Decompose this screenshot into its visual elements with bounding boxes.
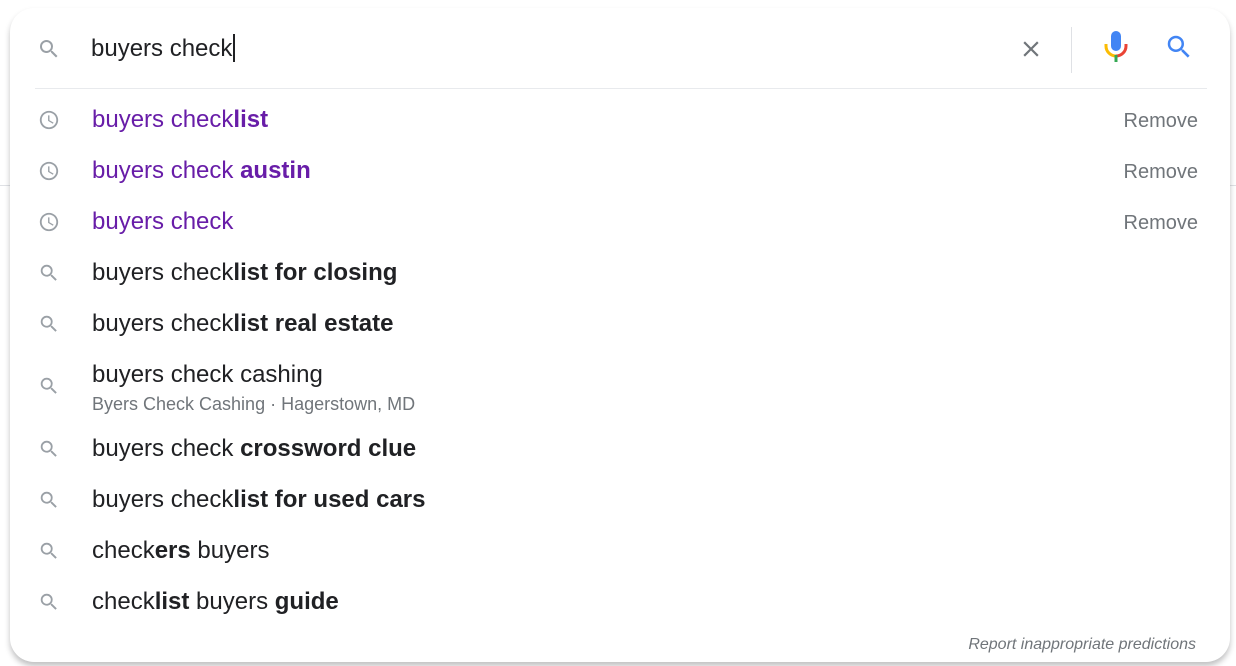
suggestion-text: buyers check cashing xyxy=(92,359,323,391)
text-caret xyxy=(233,34,235,62)
suggestion-bold-part: crossword clue xyxy=(240,435,417,462)
history-icon xyxy=(38,211,60,233)
suggestion-item[interactable]: checklist buyers guide xyxy=(11,577,1231,628)
suggestions-list: buyers checklist Remove buyers check austi… xyxy=(11,95,1231,628)
suggestion-part: check xyxy=(92,588,155,615)
suggestion-bold-part: ers xyxy=(154,537,191,564)
suggestion-item[interactable]: buyers check austin Remove xyxy=(11,146,1231,197)
microphone-icon xyxy=(1103,29,1129,70)
suggestion-part: buyers check cashing xyxy=(92,361,323,388)
close-icon xyxy=(1018,36,1044,67)
search-button[interactable] xyxy=(1159,29,1199,69)
remove-button[interactable]: Remove xyxy=(1124,210,1198,236)
clear-button[interactable] xyxy=(1011,31,1051,71)
suggestion-text: buyers check austin xyxy=(92,155,311,187)
suggestion-text: checklist buyers guide xyxy=(92,586,339,618)
suggestion-item[interactable]: checkers buyers xyxy=(11,526,1231,577)
suggestion-text: buyers checklist for used cars xyxy=(92,484,425,516)
search-icon xyxy=(1164,32,1194,67)
suggestion-text: buyers checklist real estate xyxy=(92,308,394,340)
suggestion-bold-part: list for closing xyxy=(233,259,398,286)
suggestion-item[interactable]: buyers checklist Remove xyxy=(11,95,1231,146)
voice-search-button[interactable] xyxy=(1096,29,1136,69)
search-icon xyxy=(38,540,60,562)
search-icon xyxy=(37,37,61,61)
suggestion-text: buyers checklist xyxy=(92,104,268,136)
suggestion-part: buyers xyxy=(190,537,270,564)
report-predictions-link[interactable]: Report inappropriate predictions xyxy=(968,636,1196,654)
suggestion-item[interactable]: buyers check Remove xyxy=(11,197,1231,248)
suggestion-bold-part: list real estate xyxy=(233,310,394,337)
suggestion-item[interactable]: buyers checklist for closing xyxy=(11,248,1231,299)
suggestion-text: checkers buyers xyxy=(92,535,269,567)
input-divider xyxy=(35,88,1207,89)
search-icon xyxy=(38,591,60,613)
history-icon xyxy=(38,160,60,182)
suggestion-bold-part: guide xyxy=(274,588,339,615)
suggestion-bold-part: list xyxy=(154,588,190,615)
suggestion-text: buyers check xyxy=(92,206,233,238)
suggestion-part: buyers check xyxy=(92,310,234,337)
search-icon xyxy=(38,489,60,511)
suggestion-text: buyers checklist for closing xyxy=(92,257,397,289)
search-icon xyxy=(38,375,60,397)
search-icon xyxy=(38,262,60,284)
suggestion-subtitle: Byers Check Cashing · Hagerstown, MD xyxy=(92,394,416,414)
suggestion-part: buyers check xyxy=(92,208,234,235)
suggestion-part: buyers check xyxy=(92,106,234,133)
search-query-text: buyers check xyxy=(91,35,233,62)
suggestion-part: buyers check xyxy=(92,435,241,462)
suggestion-part: check xyxy=(92,537,155,564)
search-icon xyxy=(38,313,60,335)
suggestion-part: buyers xyxy=(189,588,275,615)
suggestion-part: buyers check xyxy=(92,157,241,184)
suggestion-item[interactable]: buyers check crossword clue xyxy=(11,424,1231,475)
suggestion-item[interactable]: buyers check cashing Byers Check Cashing … xyxy=(11,350,1231,424)
search-dropdown: buyers check buyers checklist Remove buy… xyxy=(10,8,1230,662)
suggestion-bold-part: list xyxy=(233,106,269,133)
suggestion-part: buyers check xyxy=(92,259,234,286)
suggestion-item[interactable]: buyers checklist real estate xyxy=(11,299,1231,350)
history-icon xyxy=(38,109,60,131)
suggestion-bold-part: list for used cars xyxy=(233,486,426,513)
suggestion-item[interactable]: buyers checklist for used cars xyxy=(11,475,1231,526)
suggestion-text: buyers check crossword clue xyxy=(92,433,416,465)
toolbar-divider xyxy=(1071,27,1072,73)
remove-button[interactable]: Remove xyxy=(1124,108,1198,134)
search-input[interactable]: buyers check xyxy=(91,34,235,64)
search-input-row[interactable]: buyers check xyxy=(11,9,1231,89)
remove-button[interactable]: Remove xyxy=(1124,159,1198,185)
suggestion-part: buyers check xyxy=(92,486,234,513)
search-icon xyxy=(38,438,60,460)
suggestion-bold-part: austin xyxy=(240,157,311,184)
